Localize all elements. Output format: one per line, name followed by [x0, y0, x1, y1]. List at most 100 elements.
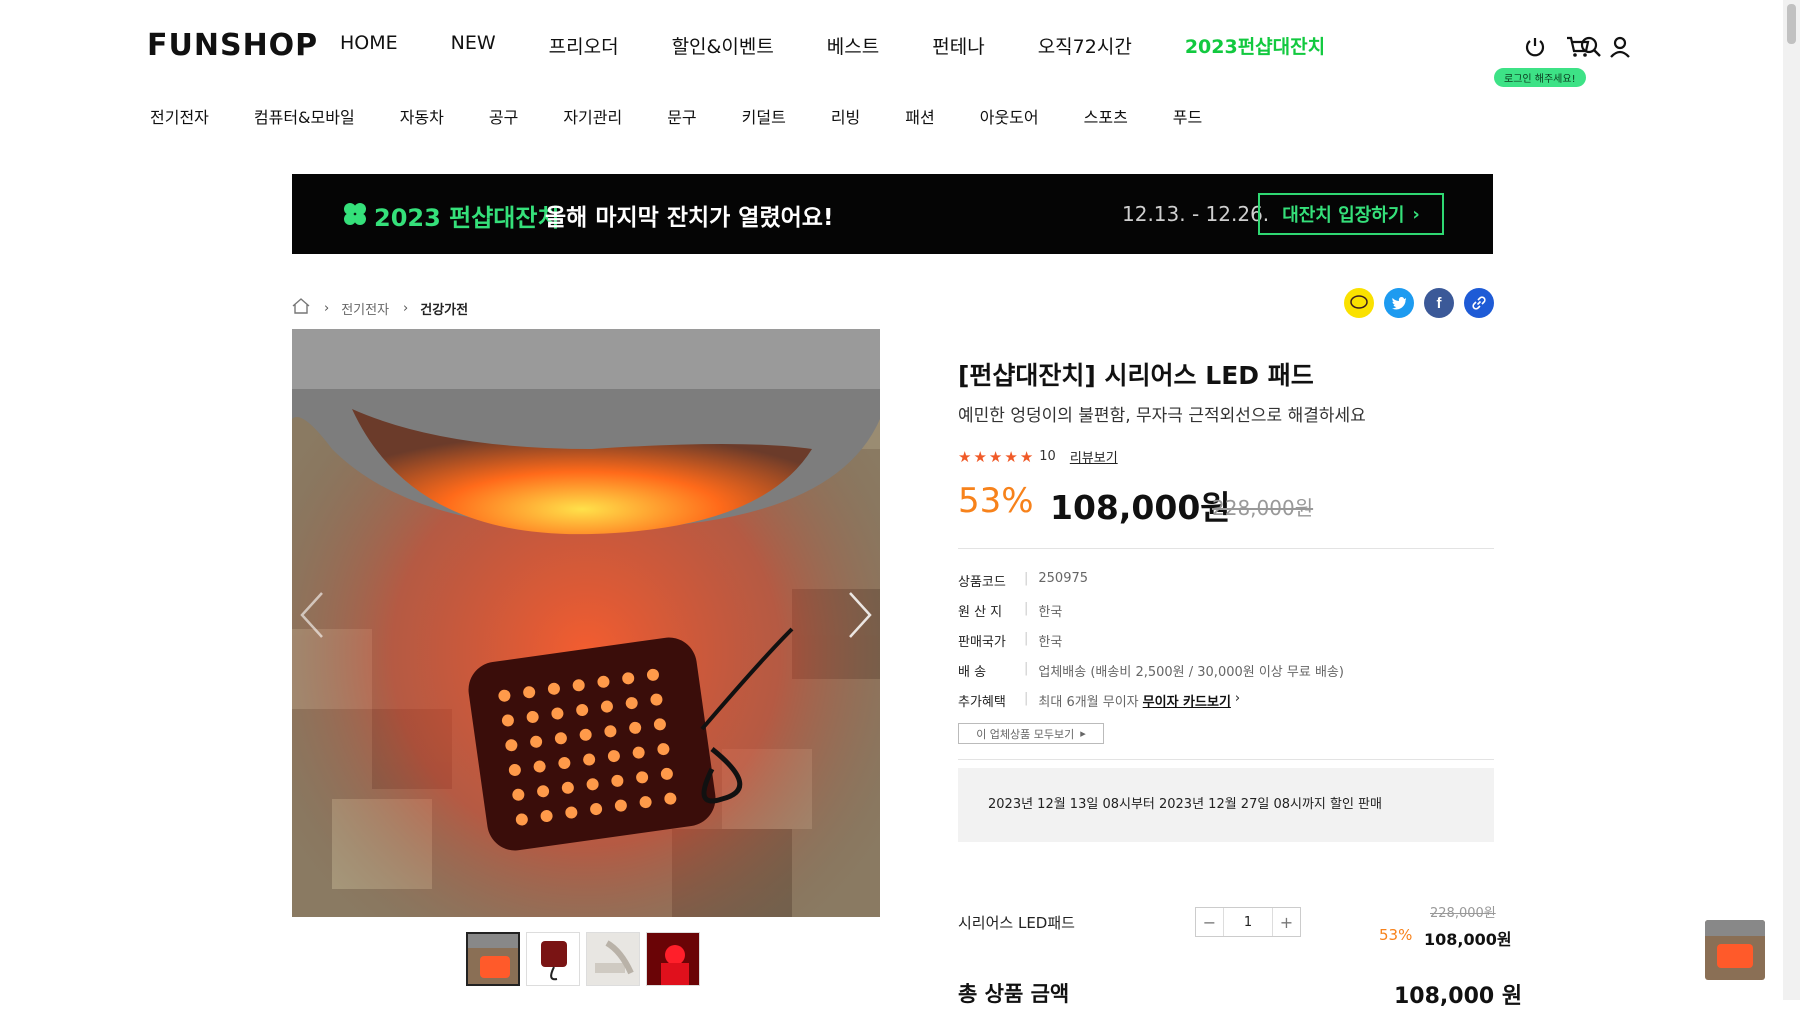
spec-row: 상품코드 | 250975	[958, 571, 1089, 590]
sale-price: 108,000원	[1050, 488, 1231, 527]
spec-key: 판매국가	[958, 635, 1006, 650]
nav-new[interactable]: NEW	[451, 32, 496, 59]
category-item[interactable]: 자기관리	[563, 104, 622, 128]
breadcrumb: › 전기전자 › 건강가전	[292, 298, 468, 318]
category-item[interactable]: 전기전자	[150, 104, 209, 128]
user-icon[interactable]	[1605, 32, 1635, 62]
chevron-right-icon: ›	[1412, 203, 1420, 225]
star-icon: ★	[1004, 447, 1018, 466]
star-icon: ★	[1019, 447, 1034, 466]
spec-row: 판매국가 | 한국	[958, 631, 1063, 650]
plus-icon[interactable]: +	[1273, 908, 1300, 936]
thumbnail-1[interactable]	[466, 932, 520, 986]
nav-72hours[interactable]: 오직72시간	[1038, 32, 1132, 59]
home-icon[interactable]	[292, 298, 310, 318]
scrollbar-thumb[interactable]	[1787, 4, 1796, 44]
sale-period-notice: 2023년 12월 13일 08시부터 2023년 12월 27일 08시까지 …	[958, 768, 1494, 842]
power-icon[interactable]	[1520, 32, 1550, 62]
vendor-all-products-button[interactable]: 이 업체상품 모두보기 ▸	[958, 723, 1104, 744]
breadcrumb-level1[interactable]: 전기전자	[341, 299, 389, 318]
cart-icon[interactable]	[1563, 32, 1593, 62]
prev-image-arrow-icon[interactable]	[298, 591, 326, 643]
banner-button-label: 대잔치 입장하기	[1282, 205, 1405, 226]
total-label: 총 상품 금액	[958, 982, 1070, 1006]
minus-icon[interactable]: −	[1196, 908, 1223, 936]
spec-value: 최대 6개월 무이자	[1038, 695, 1139, 710]
nav-sale-event[interactable]: 할인&이벤트	[672, 32, 774, 59]
interest-free-card-link[interactable]: 무이자 카드보기	[1143, 691, 1231, 710]
product-title: [펀샵대잔치] 시리어스 LED 패드	[958, 361, 1314, 390]
nav-funtena[interactable]: 펀테나	[932, 32, 984, 59]
page-scrollbar[interactable]	[1783, 0, 1800, 1000]
spec-key: 배 송	[958, 665, 987, 680]
banner-enter-button[interactable]: 대잔치 입장하기 ›	[1258, 193, 1444, 235]
thumbnail-3[interactable]	[586, 932, 640, 986]
star-icon: ★	[988, 447, 1003, 466]
main-nav: HOME NEW 프리오더 할인&이벤트 베스트 펀테나 오직72시간 2023…	[340, 32, 1378, 59]
category-item[interactable]: 키덜트	[742, 104, 786, 128]
category-item[interactable]: 리빙	[831, 104, 860, 128]
chevron-right-icon: ›	[1234, 691, 1241, 706]
clover-icon	[342, 201, 368, 231]
thumbnail-list	[466, 932, 700, 986]
thumbnail-4[interactable]	[646, 932, 700, 986]
category-item[interactable]: 컴퓨터&모바일	[254, 104, 355, 128]
quantity-stepper[interactable]: − 1 +	[1195, 907, 1301, 937]
divider	[958, 759, 1494, 760]
category-item[interactable]: 자동차	[400, 104, 444, 128]
star-icon: ★	[958, 447, 972, 466]
chevron-right-icon: ›	[324, 300, 330, 316]
total-value: 108,000 원	[1394, 984, 1523, 1009]
link-icon[interactable]	[1464, 288, 1494, 318]
banner-date: 12.13. - 12.26.	[1122, 202, 1270, 226]
spec-value: 한국	[1038, 605, 1063, 620]
nav-preorder[interactable]: 프리오더	[549, 32, 619, 59]
spec-key: 추가혜택	[958, 695, 1006, 710]
next-image-arrow-icon[interactable]	[846, 591, 874, 643]
recent-view-thumbnail[interactable]	[1705, 920, 1765, 980]
quantity-input[interactable]: 1	[1223, 908, 1273, 936]
banner-title: 2023 펀샵대잔치	[374, 204, 560, 232]
product-subtitle: 예민한 엉덩이의 불편함, 무자극 근적외선으로 해결하세요	[958, 406, 1366, 426]
option-original-price: 228,000원	[1430, 906, 1496, 921]
site-logo[interactable]: FUNSHOP	[147, 28, 318, 63]
category-item[interactable]: 문구	[667, 104, 696, 128]
banner-message: 올해 마지막 잔치가 열렸어요!	[545, 205, 834, 231]
star-icon: ★	[973, 447, 987, 466]
rating: ★ ★ ★ ★ ★ 10 리뷰보기	[958, 447, 1118, 467]
twitter-icon[interactable]	[1384, 288, 1414, 318]
thumbnail-2[interactable]	[526, 932, 580, 986]
discount-rate: 53%	[958, 481, 1034, 521]
category-nav: 전기전자 컴퓨터&모바일 자동차 공구 자기관리 문구 키덜트 리빙 패션 아웃…	[150, 104, 1247, 128]
category-item[interactable]: 스포츠	[1084, 104, 1128, 128]
nav-home[interactable]: HOME	[340, 32, 398, 59]
kakaotalk-icon[interactable]	[1344, 288, 1374, 318]
category-item[interactable]: 아웃도어	[980, 104, 1039, 128]
spec-key: 상품코드	[958, 575, 1006, 590]
nav-best[interactable]: 베스트	[827, 32, 879, 59]
nav-2023-festival[interactable]: 2023펀샵대잔치	[1185, 32, 1325, 59]
product-main-image[interactable]	[292, 329, 880, 917]
vendor-all-label: 이 업체상품 모두보기	[976, 727, 1075, 741]
spec-value: 업체배송 (배송비 2,500원 / 30,000원 이상 무료 배송)	[1038, 665, 1344, 680]
caret-right-icon: ▸	[1080, 727, 1086, 740]
review-count: 10	[1039, 449, 1056, 464]
spec-value: 250975	[1038, 571, 1089, 586]
login-tooltip: 로그인 해주세요!	[1494, 68, 1586, 87]
category-item[interactable]: 패션	[905, 104, 934, 128]
spec-value: 한국	[1038, 635, 1063, 650]
event-banner[interactable]: 2023 펀샵대잔치 올해 마지막 잔치가 열렸어요! 12.13. - 12.…	[292, 174, 1493, 254]
spec-row: 배 송 | 업체배송 (배송비 2,500원 / 30,000원 이상 무료 배송)	[958, 661, 1344, 680]
breadcrumb-level2[interactable]: 건강가전	[420, 299, 468, 318]
spec-key: 원 산 지	[958, 605, 1003, 620]
facebook-icon[interactable]: f	[1424, 288, 1454, 318]
divider	[958, 548, 1494, 549]
chevron-right-icon: ›	[403, 300, 409, 316]
spec-row: 원 산 지 | 한국	[958, 601, 1063, 620]
original-price: 228,000원	[1212, 496, 1314, 520]
review-link[interactable]: 리뷰보기	[1070, 447, 1118, 466]
option-discount-rate: 53%	[1379, 926, 1413, 944]
category-item[interactable]: 푸드	[1173, 104, 1202, 128]
category-item[interactable]: 공구	[489, 104, 518, 128]
option-name: 시리어스 LED패드	[958, 914, 1075, 932]
